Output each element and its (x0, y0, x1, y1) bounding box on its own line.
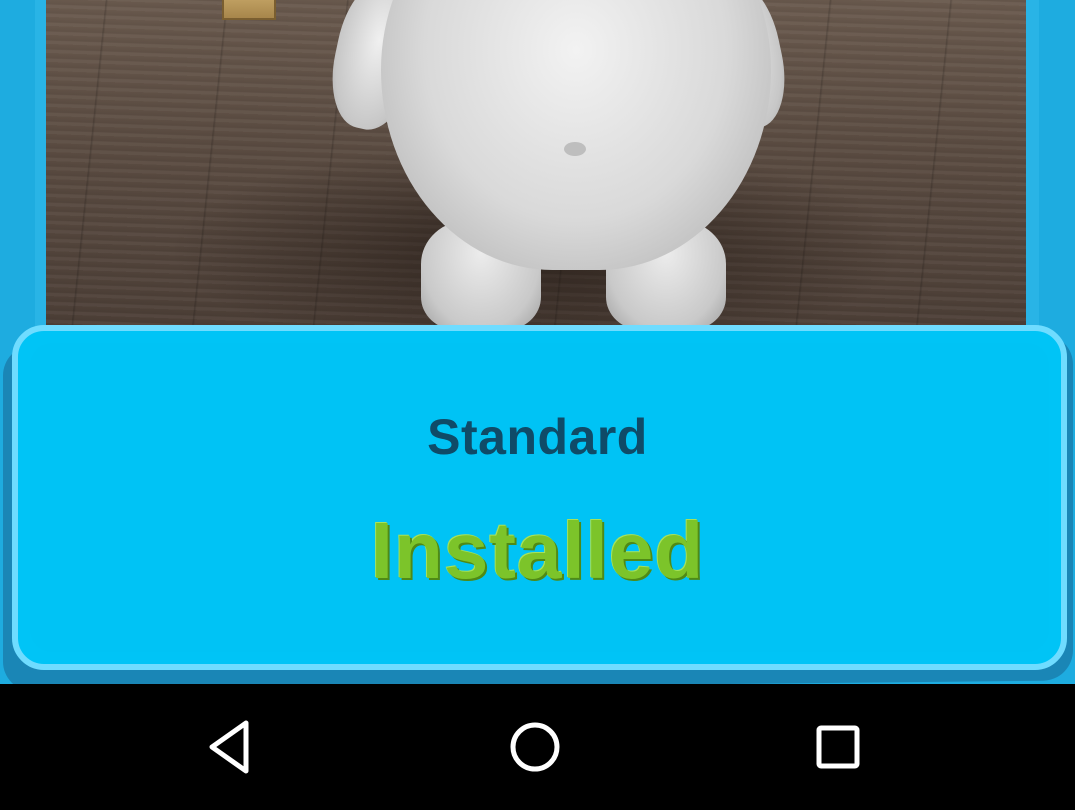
character-info-card[interactable] (12, 325, 1067, 670)
system-navigation-bar (0, 684, 1075, 810)
character-photo-frame (35, 0, 1039, 370)
app-screen: Standard Installed (0, 0, 1075, 684)
wooden-crate (222, 0, 276, 20)
install-status-label: Installed (370, 506, 705, 595)
back-button[interactable] (196, 709, 272, 785)
card-inner (30, 343, 1049, 652)
recent-apps-button[interactable] (800, 709, 876, 785)
circle-home-icon (510, 722, 560, 772)
home-button[interactable] (497, 709, 573, 785)
square-recent-apps-icon (816, 725, 860, 769)
creature-navel (564, 142, 586, 156)
character-preview-image[interactable] (46, 0, 1026, 350)
character-type-title: Standard (427, 409, 648, 465)
triangle-back-icon (209, 720, 249, 774)
